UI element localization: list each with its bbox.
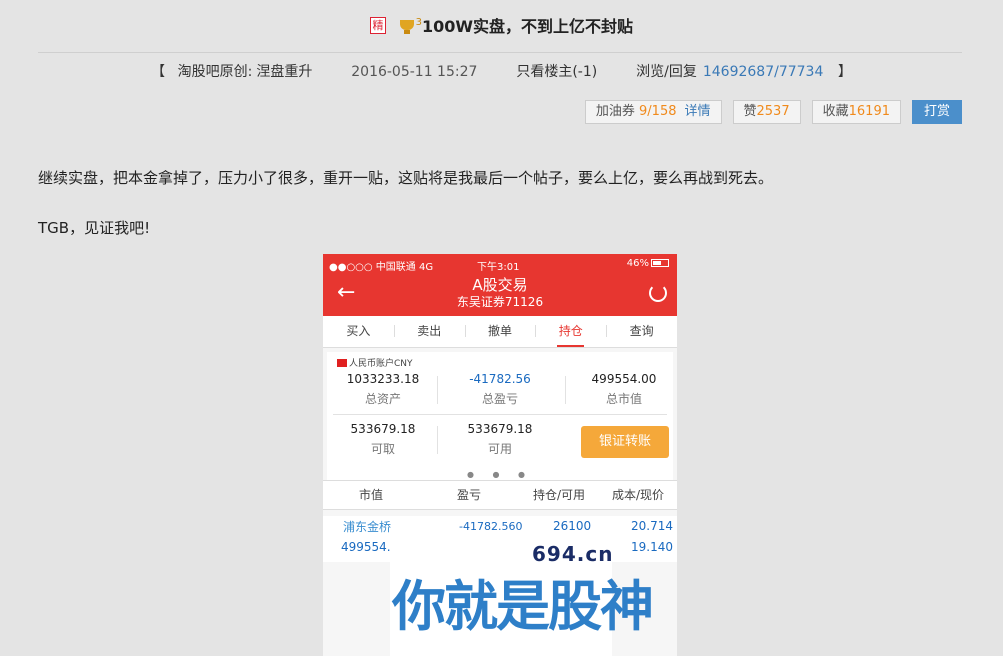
battery-status: 46% [627,258,669,269]
stock-hold: 26100 [553,519,592,533]
tab-buy: 买入 [346,324,371,338]
replies-count: 77734 [778,64,824,80]
available-label: 可用 [487,442,512,456]
total-pnl-value: -41782.56 [469,372,531,386]
watermark-text: 你就是股神 [392,575,654,638]
account-summary-card: 人民币账户CNY 1033233.18 总资产 -41782.56 总盈亏 49… [327,352,673,482]
like-button[interactable]: 赞2537 [732,100,801,124]
watermark-logo: 694.cn 你就是股神 [390,536,654,656]
post-meta: 【 淘股吧原创: 涅盘重升 2016-05-11 15:27 只看楼主(-1) 浏… [0,62,1003,82]
account-currency: 人民币账户CNY [349,359,413,369]
carrier-signal: ●●○○○ 中国联通 4G [329,262,434,273]
withdrawable-cell: 533679.18 可取 [333,422,433,457]
post-date: 2016-05-11 15:27 [351,64,478,80]
tab-positions: 持仓 [535,316,606,347]
stock-current-price: 19.140 [631,540,673,554]
phone-status-bar: ●●○○○ 中国联通 4G 下午3:01 46% [323,254,677,274]
post-paragraph-1: 继续实盘，把本金拿掉了，压力小了很多，重开一贴，这贴将是我最后一个帖子，要么上亿… [38,169,774,187]
like-label: 赞 [743,104,757,119]
tab-cancel: 撤单 [464,316,536,347]
tab-sell: 卖出 [393,316,465,347]
total-pnl-label: 总盈亏 [481,392,518,406]
like-count: 2537 [756,104,790,119]
meta-open-bracket: 【 [151,64,166,80]
positions-table-header: 市值 盈亏 持仓/可用 成本/现价 [323,480,677,510]
stock-pnl: -41782.560 [459,520,523,533]
available-cell: 533679.18 可用 [445,422,555,457]
author-label: 淘股吧原创: [177,64,253,80]
market-value-cell: 499554.00 总市值 [569,372,677,407]
app-title: A股交易 [472,276,528,294]
col-cost-price: 成本/现价 [611,488,665,502]
total-assets-cell: 1033233.18 总资产 [333,372,433,407]
col-hold-available: 持仓/可用 [532,488,586,502]
stock-name: 浦东金桥 [343,520,392,534]
post-title: 100W实盘，不到上亿不封贴 [421,17,634,36]
stock-cost: 20.714 [631,519,673,533]
favorite-button[interactable]: 收藏16191 [811,100,901,124]
views-label: 浏览/回复 [636,64,697,80]
total-assets-label: 总资产 [364,392,401,406]
post-actions: 加油券 9/158 详情 赞2537 收藏16191 打赏 [584,100,962,124]
battery-icon [651,259,669,267]
page-indicator-dots: ● ● ● [466,470,534,479]
market-value-label: 总市值 [605,392,642,406]
app-subtitle: 东吴证券71126 [456,295,544,309]
essence-badge: 精 [369,17,386,34]
china-flag-icon [337,359,347,367]
fuel-coupon-button[interactable]: 加油券 9/158 详情 [584,100,722,124]
battery-percent: 46% [626,258,649,269]
back-arrow-icon: ← [337,280,356,305]
favorite-label: 收藏 [822,104,849,119]
withdrawable-label: 可取 [370,442,395,456]
fuel-label: 加油券 [595,104,635,119]
market-value-value: 499554.00 [591,372,657,386]
meta-close-bracket: 】 [837,64,852,80]
available-value: 533679.18 [467,422,533,436]
withdrawable-value: 533679.18 [350,422,416,436]
app-tabs: 买入 卖出 撤单 持仓 查询 [323,316,677,348]
fuel-detail-link[interactable]: 详情 [684,104,710,119]
favorite-count: 16191 [848,104,890,119]
author-link[interactable]: 涅盘重升 [256,64,312,80]
col-pnl: 盈亏 [456,488,481,502]
refresh-icon [649,284,667,302]
app-header: ← A股交易 东吴证券71126 [323,274,677,316]
bank-transfer-button: 银证转账 [581,426,669,458]
post-paragraph-2: TGB，见证我吧! [38,219,151,237]
reward-button[interactable]: 打赏 [911,100,962,124]
total-pnl-cell: -41782.56 总盈亏 [445,372,555,407]
only-owner-link[interactable]: 只看楼主(-1) [516,64,597,80]
status-time: 下午3:01 [477,262,520,273]
title-divider [38,52,962,53]
views-count: 14692687 [702,64,775,80]
col-market-value: 市值 [358,488,383,502]
watermark-site: 694.cn [532,542,614,566]
account-label: 人民币账户CNY [337,356,413,369]
tab-query: 查询 [606,316,677,347]
fuel-value: 9/158 [639,104,677,119]
post-title-row: 精 3 100W实盘，不到上亿不封贴 [0,14,1003,40]
total-assets-value: 1033233.18 [346,372,420,386]
trophy-level: 3 [415,17,422,28]
trophy-icon: 3 [398,14,422,34]
